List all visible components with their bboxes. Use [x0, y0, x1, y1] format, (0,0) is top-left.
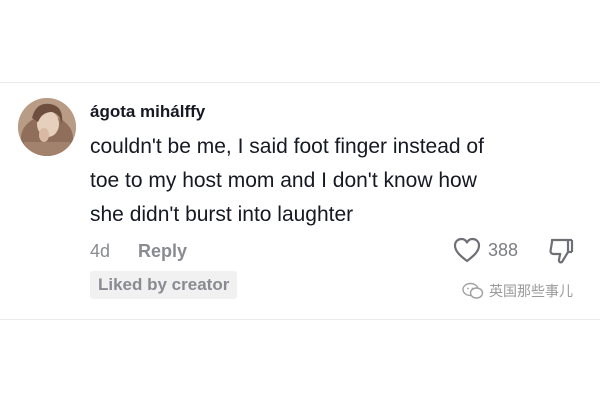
- comment-timestamp: 4d: [90, 241, 111, 261]
- dislike-button[interactable]: [546, 236, 576, 266]
- comment-text-line: couldn't be me, I said foot finger inste…: [90, 135, 484, 158]
- comment-text-line: she didn't burst into laughter: [90, 203, 354, 226]
- reply-button[interactable]: Reply: [138, 241, 187, 262]
- like-button[interactable]: 388: [452, 236, 518, 264]
- wechat-icon: [462, 282, 484, 299]
- watermark: 英国那些事儿: [462, 281, 573, 301]
- avatar[interactable]: [18, 98, 76, 156]
- avatar-image: [18, 98, 76, 156]
- heart-outline-icon: [453, 237, 481, 263]
- like-count: 388: [488, 239, 519, 260]
- thumbs-down-icon: [549, 238, 574, 264]
- comment-text-line: toe to my host mom and I don't know how: [90, 169, 477, 192]
- watermark-text: 英国那些事儿: [489, 283, 573, 299]
- comment-text: couldn't be me, I said foot finger inste…: [90, 130, 580, 232]
- liked-by-creator-badge: Liked by creator: [90, 271, 238, 299]
- comment-username[interactable]: ágota mihálffy: [90, 102, 205, 122]
